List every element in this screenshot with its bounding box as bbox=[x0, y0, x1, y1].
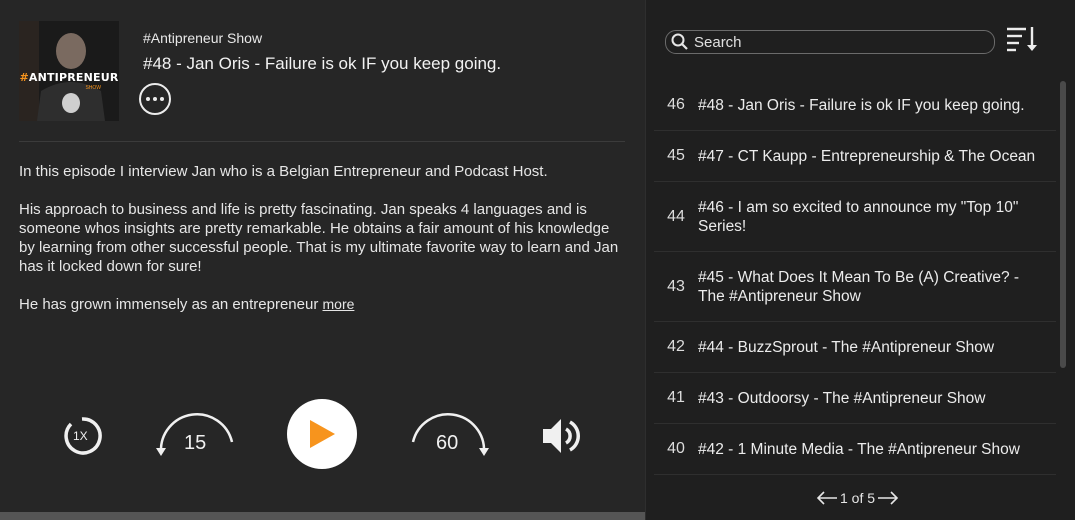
episode-list-title: #42 - 1 Minute Media - The #Antipreneur … bbox=[698, 440, 1020, 458]
episode-number: 42 bbox=[667, 338, 685, 355]
sort-icon bbox=[1007, 27, 1037, 52]
forward-button[interactable]: 60 bbox=[410, 410, 490, 460]
episode-list-item[interactable]: 42 #44 - BuzzSprout - The #Antipreneur Sh… bbox=[654, 322, 1056, 373]
player-controls: 1X 15 60 bbox=[0, 396, 645, 476]
volume-icon bbox=[543, 419, 580, 453]
next-page-arrow-icon[interactable] bbox=[877, 491, 899, 505]
cover-subtitle: SHOW bbox=[85, 85, 101, 91]
episode-list-title: #45 - What Does It Mean To Be (A) Creati… bbox=[698, 268, 1020, 305]
search-icon bbox=[671, 33, 689, 56]
description-paragraph: His approach to business and life is pre… bbox=[19, 201, 619, 275]
episode-list-panel: 46 #48 - Jan Oris - Failure is ok IF you … bbox=[645, 0, 1075, 520]
more-options-button[interactable] bbox=[139, 83, 171, 115]
episode-list-title: #46 - I am so excited to announce my "To… bbox=[698, 198, 1019, 235]
description-paragraph: In this episode I interview Jan who is a… bbox=[19, 163, 548, 180]
episode-list-title: #48 - Jan Oris - Failure is ok IF you ke… bbox=[698, 96, 1025, 114]
podcast-cover-art: #ANTIPRENEUR SHOW bbox=[19, 21, 119, 121]
description-paragraph: He has grown immensely as an entrepreneu… bbox=[19, 296, 355, 313]
player-panel: #ANTIPRENEUR SHOW #Antipreneur Show #48 … bbox=[0, 0, 645, 520]
speed-label: 1X bbox=[73, 429, 88, 443]
episode-description: In this episode I interview Jan who is a… bbox=[19, 162, 629, 333]
episode-list-title: #44 - BuzzSprout - The #Antipreneur Show bbox=[698, 338, 995, 356]
page-indicator: 1 of 5 bbox=[840, 490, 876, 506]
episode-list-item[interactable]: 46 #48 - Jan Oris - Failure is ok IF you … bbox=[654, 80, 1056, 131]
forward-seconds: 60 bbox=[436, 432, 459, 454]
cover-title: #ANTIPRENEUR bbox=[19, 71, 119, 84]
rewind-button[interactable]: 15 bbox=[155, 410, 235, 460]
episode-number: 45 bbox=[667, 147, 685, 164]
rewind-seconds: 15 bbox=[184, 432, 207, 454]
episode-number: 40 bbox=[667, 440, 685, 457]
episode-list-item[interactable]: 45 #47 - CT Kaupp - Entrepreneurship & Th… bbox=[654, 131, 1056, 182]
progress-bar[interactable] bbox=[0, 512, 645, 520]
episode-list-item[interactable]: 40 #42 - 1 Minute Media - The #Antipreneu… bbox=[654, 424, 1056, 475]
episode-title: #48 - Jan Oris - Failure is ok IF you ke… bbox=[143, 54, 502, 73]
search-box bbox=[665, 30, 995, 54]
episode-list-title: #43 - Outdoorsy - The #Antipreneur Show bbox=[698, 389, 986, 407]
divider bbox=[19, 141, 625, 142]
episode-number: 43 bbox=[667, 277, 685, 295]
episode-list-item[interactable]: 44 #46 - I am so excited to announce my "… bbox=[654, 182, 1056, 252]
read-more-link[interactable]: more bbox=[323, 296, 355, 312]
pagination: 1 of 5 bbox=[816, 486, 899, 510]
sort-button[interactable] bbox=[1005, 25, 1039, 58]
episode-number: 41 bbox=[667, 389, 685, 406]
ellipsis-icon bbox=[146, 97, 150, 101]
volume-button[interactable] bbox=[541, 416, 583, 456]
episode-number: 44 bbox=[667, 207, 685, 225]
playback-speed-button[interactable]: 1X bbox=[62, 416, 102, 456]
episode-list-title: #47 - CT Kaupp - Entrepreneurship & The … bbox=[698, 147, 1036, 165]
episode-list-item[interactable]: 41 #43 - Outdoorsy - The #Antipreneur Sho… bbox=[654, 373, 1056, 424]
play-icon bbox=[310, 420, 335, 448]
show-name: #Antipreneur Show bbox=[143, 30, 263, 46]
previous-page-arrow-icon[interactable] bbox=[816, 491, 838, 505]
episode-list: 46 #48 - Jan Oris - Failure is ok IF you … bbox=[654, 80, 1056, 475]
episode-list-item[interactable]: 43 #45 - What Does It Mean To Be (A) Crea… bbox=[654, 252, 1056, 322]
episode-number: 46 bbox=[667, 96, 685, 113]
scrollbar[interactable] bbox=[1060, 81, 1066, 368]
play-button[interactable] bbox=[287, 399, 357, 469]
search-input[interactable] bbox=[694, 32, 984, 52]
